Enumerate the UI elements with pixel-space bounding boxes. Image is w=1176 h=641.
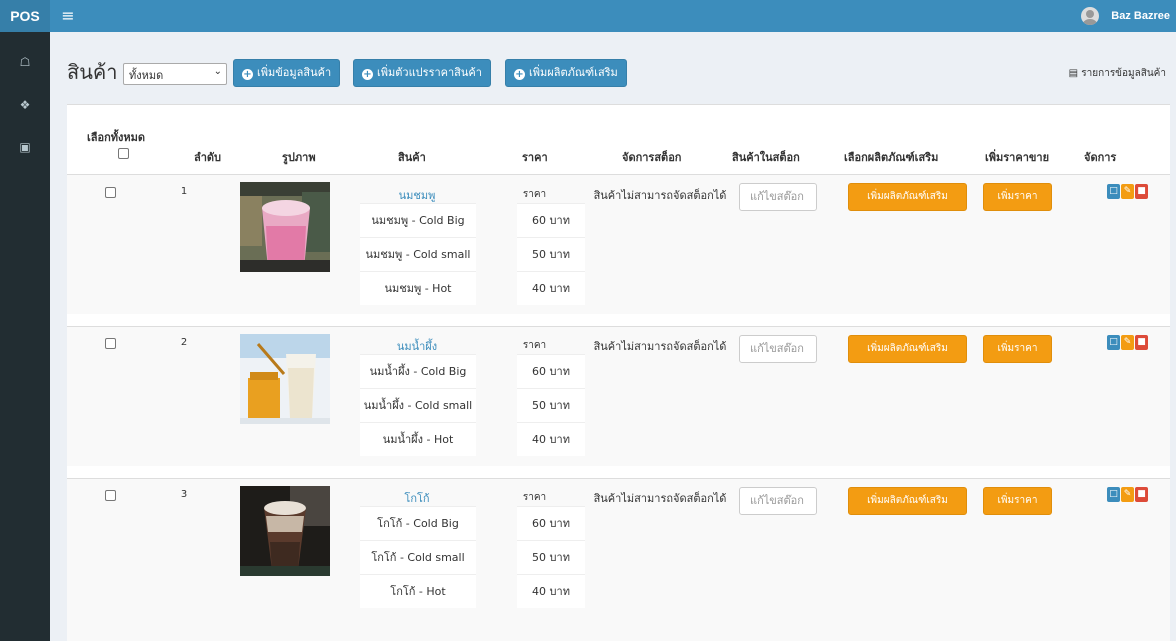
header-price: ราคา bbox=[522, 151, 548, 164]
row-index: 3 bbox=[180, 489, 188, 500]
product-name-link[interactable]: นมชมพู bbox=[343, 186, 491, 204]
plus-icon: + bbox=[362, 69, 373, 80]
product-image bbox=[240, 182, 330, 272]
view-document-icon[interactable]: □ bbox=[1107, 184, 1120, 199]
view-document-icon[interactable]: □ bbox=[1107, 335, 1120, 350]
variant-price: 60 บาท bbox=[517, 203, 585, 237]
edit-icon[interactable]: ✎ bbox=[1121, 184, 1134, 199]
variant-price: 50 บาท bbox=[517, 237, 585, 271]
variant-name: โกโก้ - Hot bbox=[360, 574, 476, 608]
add-price-row-button[interactable]: เพิ่มราคา bbox=[983, 487, 1052, 515]
add-product-label: เพิ่มข้อมูลสินค้า bbox=[257, 66, 332, 79]
user-menu[interactable]: Baz Bazree bbox=[1081, 6, 1170, 26]
stock-note: สินค้าไม่สามารถจัดสต็อกได้ bbox=[593, 189, 727, 202]
stock-input[interactable]: แก้ไขสต๊อก bbox=[739, 183, 817, 211]
header-product: สินค้า bbox=[398, 151, 426, 164]
variant-price: 40 บาท bbox=[517, 422, 585, 456]
variant-name: โกโก้ - Cold small bbox=[360, 540, 476, 574]
add-price-variant-label: เพิ่มตัวแปรราคาสินค้า bbox=[377, 66, 482, 79]
stock-input[interactable]: แก้ไขสต๊อก bbox=[739, 335, 817, 363]
row-index: 2 bbox=[180, 337, 188, 348]
home-icon[interactable]: ☖ bbox=[0, 54, 50, 70]
variant-price: 40 บาท bbox=[517, 271, 585, 305]
product-list-link[interactable]: ▤ รายการข้อมูลสินค้า bbox=[1069, 66, 1166, 81]
add-product-button[interactable]: + เพิ่มข้อมูลสินค้า bbox=[233, 59, 341, 87]
add-addon-row-button[interactable]: เพิ่มผลิตภัณฑ์เสริม bbox=[848, 487, 967, 515]
product-image bbox=[240, 486, 330, 576]
fork-knife-icon[interactable]: ❖ bbox=[0, 97, 50, 113]
stock-note: สินค้าไม่สามารถจัดสต็อกได้ bbox=[593, 492, 727, 505]
header-in-stock: สินค้าในสต็อก bbox=[732, 151, 800, 164]
list-icon: ▤ bbox=[1068, 68, 1082, 79]
select-all-checkbox[interactable] bbox=[118, 148, 129, 159]
row-checkbox[interactable] bbox=[105, 338, 116, 349]
variant-name: โกโก้ - Cold Big bbox=[360, 506, 476, 540]
add-addon-row-button[interactable]: เพิ่มผลิตภัณฑ์เสริม bbox=[848, 183, 967, 211]
add-addon-row-button[interactable]: เพิ่มผลิตภัณฑ์เสริม bbox=[848, 335, 967, 363]
product-list-label: รายการข้อมูลสินค้า bbox=[1081, 68, 1166, 79]
edit-icon[interactable]: ✎ bbox=[1121, 335, 1134, 350]
row-checkbox[interactable] bbox=[105, 187, 116, 198]
add-price-row-button[interactable]: เพิ่มราคา bbox=[983, 335, 1052, 363]
hamburger-icon[interactable]: ≡ bbox=[60, 6, 76, 26]
add-price-row-button[interactable]: เพิ่มราคา bbox=[983, 183, 1052, 211]
trash-icon[interactable]: ■ bbox=[1135, 184, 1148, 199]
header-image: รูปภาพ bbox=[282, 151, 316, 164]
app-logo[interactable]: POS bbox=[0, 0, 50, 32]
row-checkbox[interactable] bbox=[105, 490, 116, 501]
product-name-link[interactable]: นมน้ำผึ้ง bbox=[343, 337, 491, 355]
plus-icon: + bbox=[242, 69, 253, 80]
top-navbar: POS ≡ Baz Bazree bbox=[0, 0, 1176, 32]
main-content: สินค้า ทั้งหมด ⌄ + เพิ่มข้อมูลสินค้า + เพิ… bbox=[50, 32, 1176, 641]
price-header: ราคา bbox=[522, 189, 547, 200]
header-index: ลำดับ bbox=[194, 151, 222, 164]
trash-icon[interactable]: ■ bbox=[1135, 335, 1148, 350]
variant-name: นมชมพู - Hot bbox=[360, 271, 476, 305]
edit-icon[interactable]: ✎ bbox=[1121, 487, 1134, 502]
variant-name: นมชมพู - Cold small bbox=[360, 237, 476, 271]
add-price-variant-button[interactable]: + เพิ่มตัวแปรราคาสินค้า bbox=[353, 59, 491, 87]
product-name-link[interactable]: โกโก้ bbox=[343, 489, 491, 507]
stock-input[interactable]: แก้ไขสต๊อก bbox=[739, 487, 817, 515]
variant-price: 40 บาท bbox=[517, 574, 585, 608]
header-choose-addon: เลือกผลิตภัณฑ์เสริม bbox=[844, 151, 939, 164]
variant-name: นมชมพู - Cold Big bbox=[360, 203, 476, 237]
user-name: Baz Bazree bbox=[1111, 10, 1170, 22]
header-manage: จัดการ bbox=[1084, 151, 1117, 164]
variant-name: นมน้ำผึ้ง - Cold Big bbox=[360, 354, 476, 388]
page-title: สินค้า bbox=[67, 60, 118, 84]
header-add-price: เพิ่มราคาขาย bbox=[985, 151, 1050, 164]
plus-icon: + bbox=[514, 69, 525, 80]
view-document-icon[interactable]: □ bbox=[1107, 487, 1120, 502]
variant-price: 50 บาท bbox=[517, 388, 585, 422]
stock-note: สินค้าไม่สามารถจัดสต็อกได้ bbox=[593, 340, 727, 353]
header-manage-stock: จัดการสต็อก bbox=[622, 151, 682, 164]
row-index: 1 bbox=[180, 186, 188, 197]
variant-price: 60 บาท bbox=[517, 506, 585, 540]
avatar bbox=[1081, 7, 1100, 25]
chevron-down-icon: ⌄ bbox=[213, 66, 222, 77]
header-select-all: เลือกทั้งหมด bbox=[87, 131, 146, 144]
add-addon-button[interactable]: + เพิ่มผลิตภัณฑ์เสริม bbox=[505, 59, 627, 87]
variant-price: 50 บาท bbox=[517, 540, 585, 574]
trash-icon[interactable]: ■ bbox=[1135, 487, 1148, 502]
product-image bbox=[240, 334, 330, 424]
add-addon-label: เพิ่มผลิตภัณฑ์เสริม bbox=[529, 66, 618, 79]
variant-name: นมน้ำผึ้ง - Cold small bbox=[360, 388, 476, 422]
variant-name: นมน้ำผึ้ง - Hot bbox=[360, 422, 476, 456]
variant-price: 60 บาท bbox=[517, 354, 585, 388]
money-icon[interactable]: ▣ bbox=[0, 139, 50, 155]
price-header: ราคา bbox=[522, 340, 547, 351]
category-filter-select[interactable]: ทั้งหมด ⌄ bbox=[123, 63, 227, 85]
price-header: ราคา bbox=[522, 492, 547, 503]
filter-selected: ทั้งหมด bbox=[129, 69, 164, 82]
sidebar: ☖ ❖ ▣ bbox=[0, 32, 50, 641]
